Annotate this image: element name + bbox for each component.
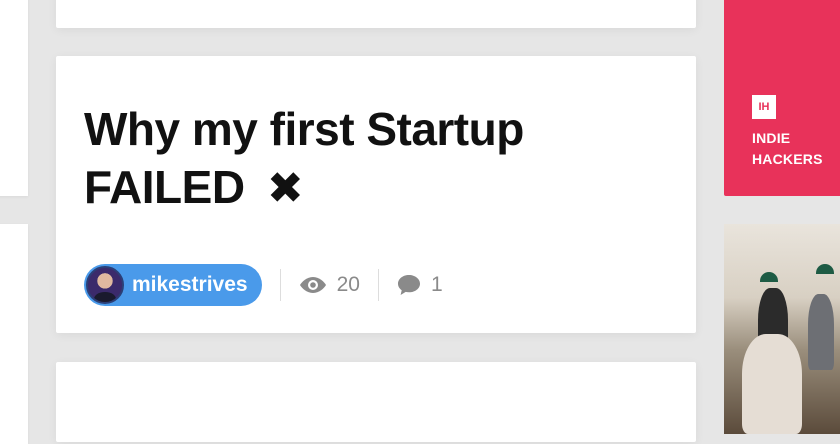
post-title[interactable]: Why my first Startup FAILED ✖	[84, 100, 644, 218]
author-name[interactable]: mikestrives	[132, 273, 248, 297]
meta-divider	[377, 269, 379, 301]
cross-mark-icon: ✖	[266, 164, 304, 213]
avatar[interactable]	[86, 266, 124, 304]
views-stat: 20	[299, 273, 360, 297]
eye-icon	[299, 277, 326, 293]
post-meta: mikestrives 20 1	[84, 264, 443, 306]
comment-icon	[397, 275, 420, 295]
post-card-above[interactable]	[56, 0, 696, 28]
sponsor-ad[interactable]: IH INDIE HACKERS	[724, 0, 840, 196]
photo-lamp	[760, 272, 778, 282]
indie-hackers-logo: IH	[752, 95, 776, 119]
sponsor-name-line1: INDIE	[752, 130, 791, 146]
author-button[interactable]: mikestrives	[84, 264, 262, 306]
post-title-text[interactable]: Why my first Startup FAILED	[84, 103, 524, 213]
photo-lamp	[816, 264, 834, 274]
views-count: 20	[336, 273, 360, 296]
comments-count: 1	[430, 273, 443, 296]
post-card-below[interactable]	[56, 362, 696, 442]
comments-stat[interactable]: 1	[397, 273, 443, 297]
sponsor-name: INDIE HACKERS	[752, 128, 840, 170]
photo-person	[742, 334, 802, 434]
promo-photo[interactable]	[724, 224, 840, 434]
post-card[interactable]: Why my first Startup FAILED ✖ mikestrive…	[56, 56, 696, 333]
meta-divider	[279, 269, 281, 301]
adjacent-card-left-top	[0, 0, 28, 196]
adjacent-card-left-bottom	[0, 224, 28, 444]
sponsor-name-line2: HACKERS	[752, 151, 823, 167]
photo-person	[808, 294, 834, 370]
